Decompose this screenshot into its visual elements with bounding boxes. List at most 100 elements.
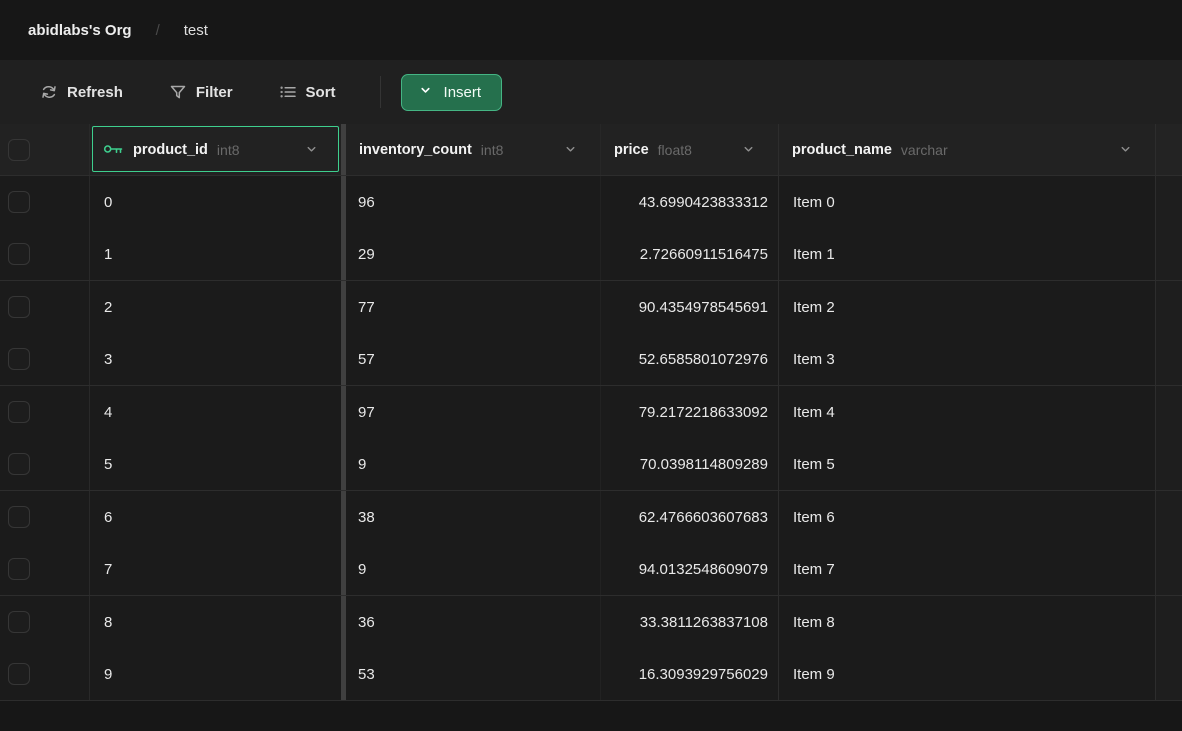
cell-value: 57 — [358, 351, 375, 368]
cell-product-id[interactable]: 2 — [90, 281, 341, 334]
cell-value: 33.3811263837108 — [640, 614, 768, 631]
breadcrumb-org[interactable]: abidlabs's Org — [28, 22, 132, 39]
cell-price[interactable]: 16.3093929756029 — [600, 649, 778, 701]
row-checkbox[interactable] — [8, 663, 30, 685]
grid-empty-strip — [1155, 281, 1182, 334]
cell-value: 77 — [358, 299, 375, 316]
cell-value: 9 — [358, 456, 366, 473]
cell-product-id[interactable]: 3 — [90, 334, 341, 386]
cell-price[interactable]: 70.0398114809289 — [600, 439, 778, 491]
row-checkbox[interactable] — [8, 401, 30, 423]
column-menu-chevron-icon[interactable] — [1118, 142, 1133, 157]
table-row: 3 57 52.6585801072976 Item 3 — [0, 334, 1182, 387]
row-checkbox[interactable] — [8, 506, 30, 528]
cell-price[interactable]: 33.3811263837108 — [600, 596, 778, 649]
cell-inventory-count[interactable]: 9 — [346, 544, 600, 596]
cell-inventory-count[interactable]: 9 — [346, 439, 600, 491]
sort-button[interactable]: Sort — [279, 77, 336, 107]
cell-value: Item 6 — [793, 509, 835, 526]
cell-price[interactable]: 62.4766603607683 — [600, 491, 778, 544]
grid-empty-strip — [1155, 439, 1182, 491]
cell-value: 8 — [104, 614, 112, 631]
cell-price[interactable]: 79.2172218633092 — [600, 386, 778, 439]
cell-value: Item 7 — [793, 561, 835, 578]
cell-inventory-count[interactable]: 29 — [346, 229, 600, 281]
cell-product-name[interactable]: Item 9 — [778, 649, 1155, 701]
column-header-product-name[interactable]: product_name varchar — [778, 124, 1155, 175]
cell-product-name[interactable]: Item 2 — [778, 281, 1155, 334]
grid-empty-strip — [1155, 596, 1182, 649]
cell-value: 38 — [358, 509, 375, 526]
cell-price[interactable]: 43.6990423833312 — [600, 176, 778, 229]
column-header-product-id[interactable]: product_id int8 — [90, 124, 341, 175]
cell-product-id[interactable]: 5 — [90, 439, 341, 491]
cell-product-id[interactable]: 8 — [90, 596, 341, 649]
cell-product-id[interactable]: 9 — [90, 649, 341, 701]
column-header-inventory-count[interactable]: inventory_count int8 — [346, 124, 600, 175]
breadcrumb-page[interactable]: test — [184, 22, 208, 39]
row-checkbox[interactable] — [8, 296, 30, 318]
insert-label: Insert — [444, 84, 482, 101]
row-select-cell — [0, 439, 90, 491]
column-name: product_id — [133, 142, 208, 158]
cell-product-id[interactable]: 0 — [90, 176, 341, 229]
cell-inventory-count[interactable]: 96 — [346, 176, 600, 229]
cell-value: Item 9 — [793, 666, 835, 683]
cell-price[interactable]: 2.72660911516475 — [600, 229, 778, 281]
cell-inventory-count[interactable]: 38 — [346, 491, 600, 544]
cell-product-name[interactable]: Item 3 — [778, 334, 1155, 386]
cell-product-name[interactable]: Item 0 — [778, 176, 1155, 229]
cell-product-name[interactable]: Item 8 — [778, 596, 1155, 649]
grid-empty-strip — [1155, 491, 1182, 544]
refresh-button[interactable]: Refresh — [40, 77, 123, 107]
cell-inventory-count[interactable]: 36 — [346, 596, 600, 649]
cell-price[interactable]: 94.0132548609079 — [600, 544, 778, 596]
column-menu-chevron-icon[interactable] — [563, 142, 578, 157]
cell-product-name[interactable]: Item 4 — [778, 386, 1155, 439]
topbar: abidlabs's Org / test — [0, 0, 1182, 60]
cell-value: 1 — [104, 246, 112, 263]
cell-product-name[interactable]: Item 1 — [778, 229, 1155, 281]
cell-value: Item 0 — [793, 194, 835, 211]
cell-value: 6 — [104, 509, 112, 526]
sort-label: Sort — [306, 84, 336, 101]
cell-inventory-count[interactable]: 57 — [346, 334, 600, 386]
cell-product-id[interactable]: 7 — [90, 544, 341, 596]
data-grid: product_id int8 inventory_count int8 pri… — [0, 124, 1182, 701]
cell-inventory-count[interactable]: 97 — [346, 386, 600, 439]
column-header-price[interactable]: price float8 — [600, 124, 778, 175]
cell-inventory-count[interactable]: 77 — [346, 281, 600, 334]
cell-value: 7 — [104, 561, 112, 578]
select-all-checkbox[interactable] — [8, 139, 30, 161]
cell-value: 16.3093929756029 — [639, 666, 768, 683]
table-row: 4 97 79.2172218633092 Item 4 — [0, 386, 1182, 439]
cell-value: 52.6585801072976 — [639, 351, 768, 368]
insert-button[interactable]: Insert — [401, 74, 503, 111]
cell-product-name[interactable]: Item 6 — [778, 491, 1155, 544]
row-checkbox[interactable] — [8, 191, 30, 213]
cell-price[interactable]: 52.6585801072976 — [600, 334, 778, 386]
column-name: product_name — [792, 142, 892, 158]
row-checkbox[interactable] — [8, 348, 30, 370]
cell-product-id[interactable]: 6 — [90, 491, 341, 544]
column-menu-chevron-icon[interactable] — [304, 142, 319, 157]
cell-inventory-count[interactable]: 53 — [346, 649, 600, 701]
cell-price[interactable]: 90.4354978545691 — [600, 281, 778, 334]
row-select-cell — [0, 281, 90, 334]
row-checkbox[interactable] — [8, 243, 30, 265]
cell-value: 79.2172218633092 — [639, 404, 768, 421]
cell-product-name[interactable]: Item 7 — [778, 544, 1155, 596]
row-checkbox[interactable] — [8, 558, 30, 580]
column-type: varchar — [901, 142, 948, 158]
cell-value: 5 — [104, 456, 112, 473]
cell-product-id[interactable]: 4 — [90, 386, 341, 439]
filter-button[interactable]: Filter — [169, 77, 233, 107]
column-menu-chevron-icon[interactable] — [741, 142, 756, 157]
cell-value: 2.72660911516475 — [640, 246, 768, 263]
grid-empty-strip — [1155, 176, 1182, 229]
cell-product-name[interactable]: Item 5 — [778, 439, 1155, 491]
cell-value: 9 — [358, 561, 366, 578]
row-checkbox[interactable] — [8, 611, 30, 633]
row-checkbox[interactable] — [8, 453, 30, 475]
cell-product-id[interactable]: 1 — [90, 229, 341, 281]
